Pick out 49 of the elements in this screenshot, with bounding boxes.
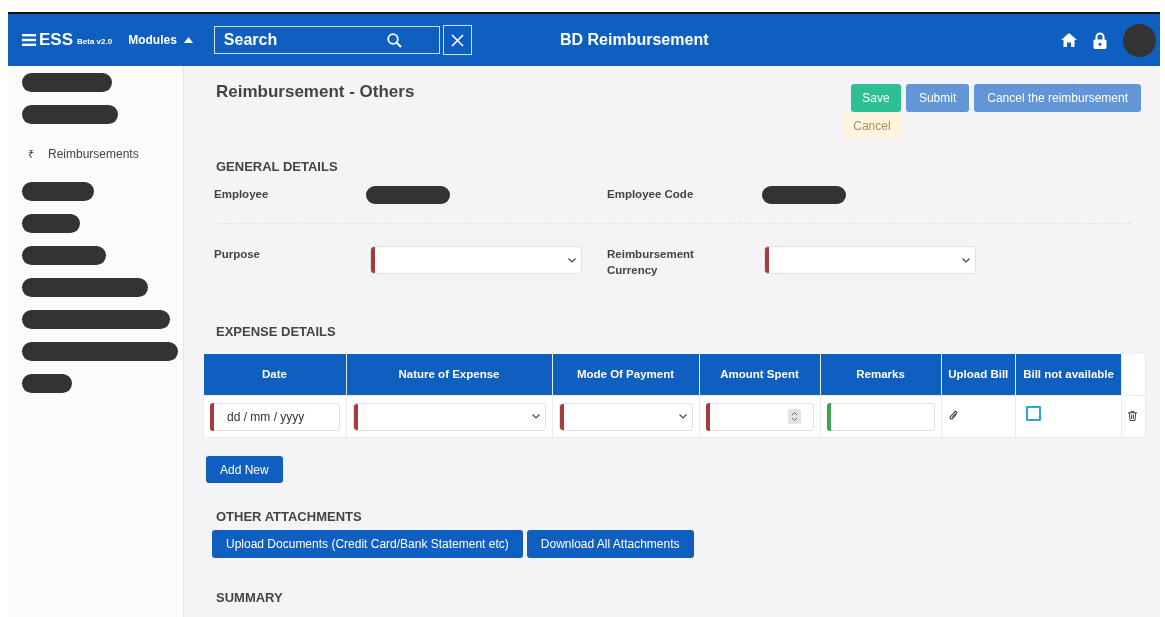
close-icon[interactable] [450, 33, 464, 47]
field-label: Employee Code [607, 187, 695, 202]
search-field[interactable]: Search [213, 26, 440, 54]
column-header: Nature of Expense [346, 353, 552, 396]
section-heading: OTHER ATTACHMENTS [215, 509, 363, 524]
chevron-icon[interactable] [678, 414, 687, 419]
caret-icon[interactable] [183, 37, 193, 43]
paperclip-icon[interactable] [948, 410, 958, 421]
column-header: Amount Spent [699, 353, 820, 396]
number-field[interactable] [705, 402, 814, 431]
select-field[interactable] [558, 402, 693, 431]
column-header: Remarks [820, 353, 941, 396]
modules-menu[interactable]: Modules [128, 31, 193, 49]
column-header: Mode Of Payment [552, 353, 699, 396]
app-logo[interactable]: ESS [39, 30, 74, 50]
search-icon[interactable] [386, 33, 402, 48]
sidebar-item[interactable]: ₹ Reimbursements [20, 132, 139, 177]
section-heading: EXPENSE DETAILS [215, 324, 337, 339]
checkbox[interactable] [1026, 406, 1042, 421]
close-button[interactable] [442, 25, 472, 55]
redaction-mark [22, 182, 94, 201]
select-field[interactable] [370, 246, 582, 274]
page-title: BD Reimbursement [560, 31, 709, 49]
field-label: Reimbursement Currency [607, 247, 695, 278]
menu-icon[interactable] [22, 34, 36, 46]
lock-icon[interactable] [1093, 31, 1107, 49]
add-new-button[interactable]: Add New [206, 456, 283, 483]
rupee-icon: ₹ [28, 146, 34, 161]
field-label: Purpose [214, 247, 261, 262]
home-icon[interactable] [1061, 33, 1077, 47]
redaction-mark [22, 374, 72, 393]
upload-button[interactable]: Upload Documents (Credit Card/Bank Statement etc) [212, 530, 523, 558]
field-label: Employee [214, 187, 270, 202]
download-button[interactable]: Download All Attachments [526, 530, 694, 558]
select-field[interactable] [764, 246, 976, 274]
chevron-icon[interactable] [531, 414, 540, 419]
column-header: Bill not available [1015, 353, 1122, 396]
select-field[interactable] [352, 402, 546, 431]
chevron-icon[interactable] [568, 257, 576, 263]
column-header: Upload Bill [941, 353, 1016, 396]
redaction-mark [22, 214, 80, 233]
section-heading: SUMMARY [215, 590, 284, 605]
chevron-icon[interactable] [962, 257, 970, 263]
trash-icon[interactable] [1128, 410, 1137, 421]
version-label: Beta v2.0 [77, 37, 113, 46]
section-heading: GENERAL DETAILS [215, 159, 339, 174]
spinner-icon[interactable] [787, 409, 801, 424]
form-title: Reimbursement - Others [216, 81, 415, 103]
column-header: Date [203, 353, 346, 396]
